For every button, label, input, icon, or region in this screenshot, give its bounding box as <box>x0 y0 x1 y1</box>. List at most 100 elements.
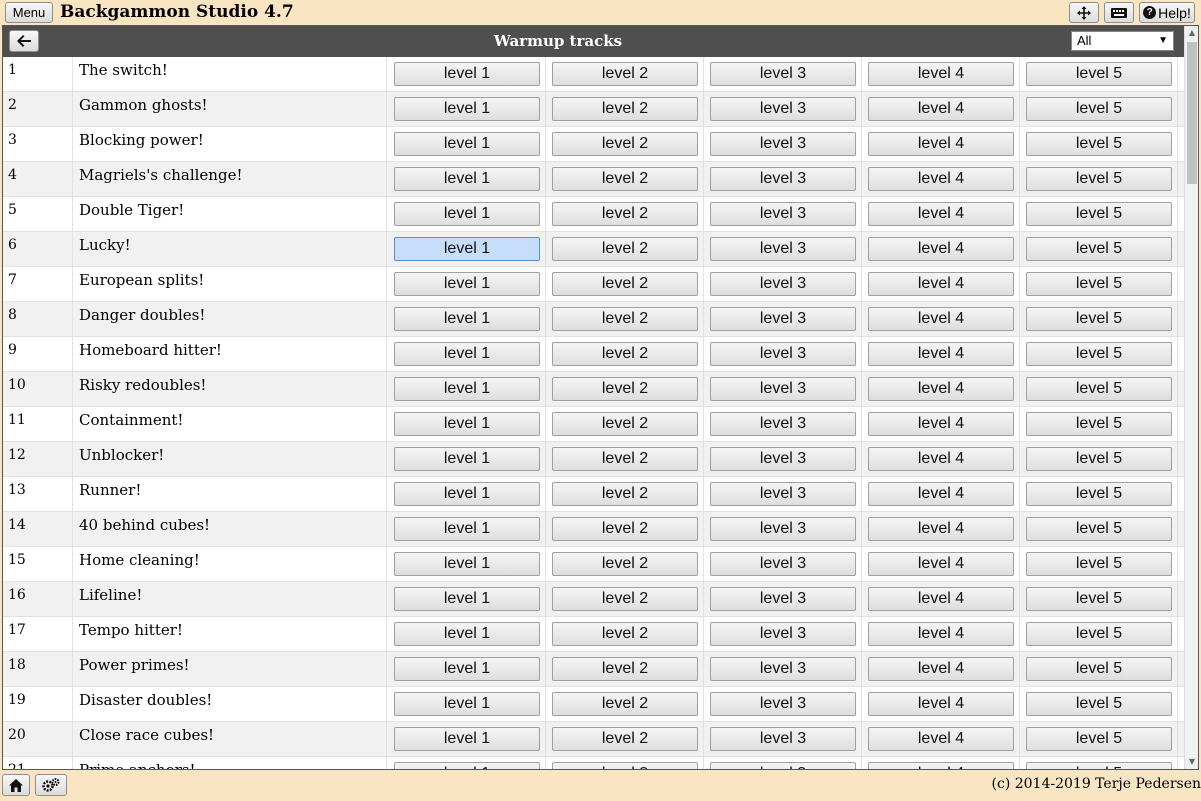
back-button[interactable] <box>9 30 39 52</box>
home-button[interactable] <box>2 774 30 796</box>
level-4-button[interactable]: level 4 <box>868 762 1014 769</box>
level-5-button[interactable]: level 5 <box>1026 97 1172 121</box>
level-4-button[interactable]: level 4 <box>868 657 1014 681</box>
level-4-button[interactable]: level 4 <box>868 692 1014 716</box>
level-5-button[interactable]: level 5 <box>1026 447 1172 471</box>
level-2-button[interactable]: level 2 <box>552 272 698 296</box>
level-1-button[interactable]: level 1 <box>394 307 540 331</box>
level-5-button[interactable]: level 5 <box>1026 377 1172 401</box>
level-3-button[interactable]: level 3 <box>710 412 856 436</box>
level-4-button[interactable]: level 4 <box>868 517 1014 541</box>
level-3-button[interactable]: level 3 <box>710 692 856 716</box>
level-4-button[interactable]: level 4 <box>868 727 1014 751</box>
menu-button[interactable]: Menu <box>5 2 53 23</box>
level-3-button[interactable]: level 3 <box>710 482 856 506</box>
level-5-button[interactable]: level 5 <box>1026 132 1172 156</box>
level-1-button[interactable]: level 1 <box>394 727 540 751</box>
level-1-button[interactable]: level 1 <box>394 517 540 541</box>
level-1-button[interactable]: level 1 <box>394 202 540 226</box>
scroll-thumb[interactable] <box>1187 42 1197 184</box>
level-2-button[interactable]: level 2 <box>552 762 698 769</box>
level-5-button[interactable]: level 5 <box>1026 622 1172 646</box>
level-5-button[interactable]: level 5 <box>1026 552 1172 576</box>
level-3-button[interactable]: level 3 <box>710 657 856 681</box>
level-2-button[interactable]: level 2 <box>552 657 698 681</box>
level-1-button[interactable]: level 1 <box>394 692 540 716</box>
level-3-button[interactable]: level 3 <box>710 762 856 769</box>
level-1-button[interactable]: level 1 <box>394 412 540 436</box>
level-4-button[interactable]: level 4 <box>868 377 1014 401</box>
level-5-button[interactable]: level 5 <box>1026 412 1172 436</box>
level-1-button[interactable]: level 1 <box>394 237 540 261</box>
settings-button[interactable] <box>35 774 67 796</box>
level-1-button[interactable]: level 1 <box>394 622 540 646</box>
level-4-button[interactable]: level 4 <box>868 447 1014 471</box>
level-1-button[interactable]: level 1 <box>394 587 540 611</box>
level-3-button[interactable]: level 3 <box>710 272 856 296</box>
level-3-button[interactable]: level 3 <box>710 552 856 576</box>
level-2-button[interactable]: level 2 <box>552 237 698 261</box>
level-2-button[interactable]: level 2 <box>552 622 698 646</box>
level-1-button[interactable]: level 1 <box>394 447 540 471</box>
level-1-button[interactable]: level 1 <box>394 132 540 156</box>
level-1-button[interactable]: level 1 <box>394 167 540 191</box>
level-2-button[interactable]: level 2 <box>552 202 698 226</box>
vertical-scrollbar[interactable]: ▲ ▼ <box>1184 26 1198 769</box>
level-1-button[interactable]: level 1 <box>394 762 540 769</box>
level-3-button[interactable]: level 3 <box>710 202 856 226</box>
level-3-button[interactable]: level 3 <box>710 237 856 261</box>
level-4-button[interactable]: level 4 <box>868 412 1014 436</box>
level-5-button[interactable]: level 5 <box>1026 692 1172 716</box>
level-4-button[interactable]: level 4 <box>868 167 1014 191</box>
level-4-button[interactable]: level 4 <box>868 587 1014 611</box>
level-3-button[interactable]: level 3 <box>710 727 856 751</box>
level-3-button[interactable]: level 3 <box>710 447 856 471</box>
level-5-button[interactable]: level 5 <box>1026 727 1172 751</box>
level-3-button[interactable]: level 3 <box>710 377 856 401</box>
level-1-button[interactable]: level 1 <box>394 62 540 86</box>
level-5-button[interactable]: level 5 <box>1026 762 1172 769</box>
level-5-button[interactable]: level 5 <box>1026 307 1172 331</box>
level-5-button[interactable]: level 5 <box>1026 62 1172 86</box>
level-4-button[interactable]: level 4 <box>868 482 1014 506</box>
level-2-button[interactable]: level 2 <box>552 412 698 436</box>
level-1-button[interactable]: level 1 <box>394 482 540 506</box>
level-3-button[interactable]: level 3 <box>710 97 856 121</box>
level-5-button[interactable]: level 5 <box>1026 342 1172 366</box>
level-5-button[interactable]: level 5 <box>1026 657 1172 681</box>
level-4-button[interactable]: level 4 <box>868 622 1014 646</box>
level-2-button[interactable]: level 2 <box>552 132 698 156</box>
scroll-up-icon[interactable]: ▲ <box>1185 26 1198 40</box>
level-4-button[interactable]: level 4 <box>868 237 1014 261</box>
level-4-button[interactable]: level 4 <box>868 97 1014 121</box>
level-2-button[interactable]: level 2 <box>552 377 698 401</box>
level-5-button[interactable]: level 5 <box>1026 587 1172 611</box>
level-2-button[interactable]: level 2 <box>552 62 698 86</box>
help-button[interactable]: ? Help! <box>1139 2 1195 23</box>
level-3-button[interactable]: level 3 <box>710 342 856 366</box>
level-2-button[interactable]: level 2 <box>552 517 698 541</box>
level-5-button[interactable]: level 5 <box>1026 272 1172 296</box>
level-1-button[interactable]: level 1 <box>394 342 540 366</box>
level-3-button[interactable]: level 3 <box>710 622 856 646</box>
level-2-button[interactable]: level 2 <box>552 342 698 366</box>
level-1-button[interactable]: level 1 <box>394 552 540 576</box>
level-5-button[interactable]: level 5 <box>1026 167 1172 191</box>
filter-select[interactable]: All ▼ <box>1071 31 1174 51</box>
level-1-button[interactable]: level 1 <box>394 97 540 121</box>
level-2-button[interactable]: level 2 <box>552 727 698 751</box>
level-2-button[interactable]: level 2 <box>552 307 698 331</box>
level-2-button[interactable]: level 2 <box>552 482 698 506</box>
level-5-button[interactable]: level 5 <box>1026 202 1172 226</box>
move-button[interactable] <box>1069 2 1099 23</box>
level-3-button[interactable]: level 3 <box>710 517 856 541</box>
keyboard-button[interactable] <box>1104 2 1134 23</box>
level-4-button[interactable]: level 4 <box>868 307 1014 331</box>
level-4-button[interactable]: level 4 <box>868 342 1014 366</box>
level-4-button[interactable]: level 4 <box>868 272 1014 296</box>
level-3-button[interactable]: level 3 <box>710 587 856 611</box>
level-1-button[interactable]: level 1 <box>394 272 540 296</box>
level-2-button[interactable]: level 2 <box>552 692 698 716</box>
level-2-button[interactable]: level 2 <box>552 587 698 611</box>
scroll-down-icon[interactable]: ▼ <box>1185 755 1198 769</box>
